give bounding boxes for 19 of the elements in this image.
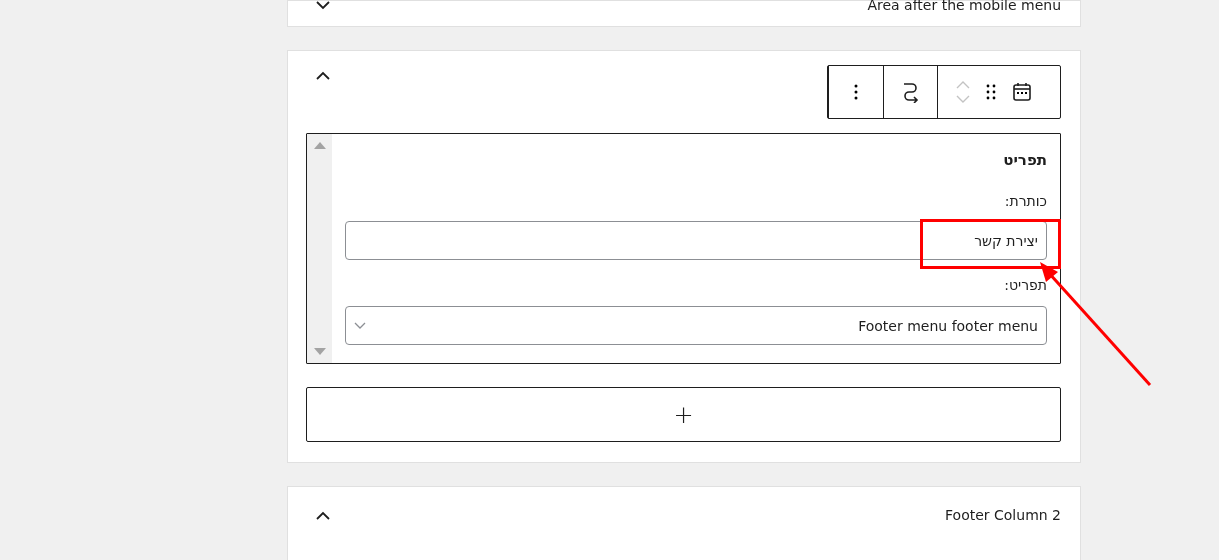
- menu-select[interactable]: Footer menu footer menu: [345, 306, 1047, 345]
- move-down-button[interactable]: [956, 95, 970, 103]
- field-label: תפריט:: [1004, 276, 1047, 294]
- drag-handle-icon[interactable]: [986, 84, 996, 100]
- field-label: כותרת:: [1004, 192, 1047, 210]
- add-block-button[interactable]: +: [306, 387, 1061, 442]
- chevron-down-icon: [316, 1, 330, 10]
- chevron-up-icon: [316, 510, 330, 520]
- scrollbar[interactable]: [307, 134, 332, 363]
- title-input-field[interactable]: יצירת קשר: [345, 221, 1047, 260]
- calendar-icon: [1012, 82, 1032, 102]
- more-icon: [854, 84, 858, 100]
- chevron-up-icon: [316, 71, 330, 80]
- arrow-down-icon[interactable]: [313, 348, 326, 355]
- panel-title: Footer Column 2: [945, 507, 1061, 523]
- panel-title: Area after the mobile menu: [867, 0, 1061, 13]
- arrow-up-icon[interactable]: [313, 142, 326, 149]
- widget-title: תפריט: [1002, 151, 1047, 169]
- chevron-down-icon: [354, 322, 366, 329]
